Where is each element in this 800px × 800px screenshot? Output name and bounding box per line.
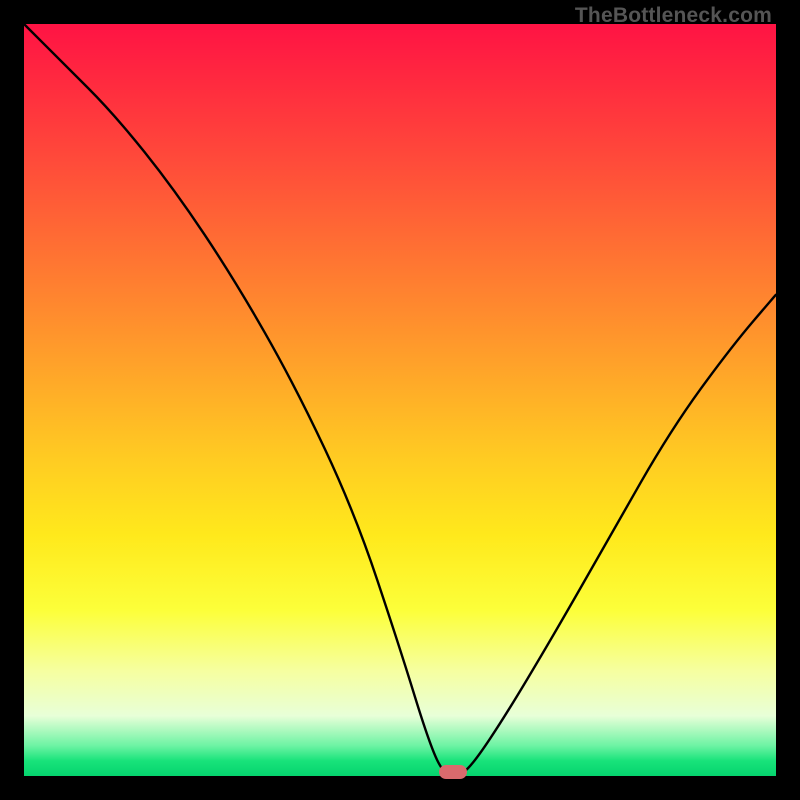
curve-path xyxy=(24,24,776,776)
chart-frame: TheBottleneck.com xyxy=(0,0,800,800)
watermark-text: TheBottleneck.com xyxy=(575,4,772,28)
chart-plot-area xyxy=(24,24,776,776)
optimum-marker xyxy=(439,765,467,779)
bottleneck-curve xyxy=(24,24,776,776)
